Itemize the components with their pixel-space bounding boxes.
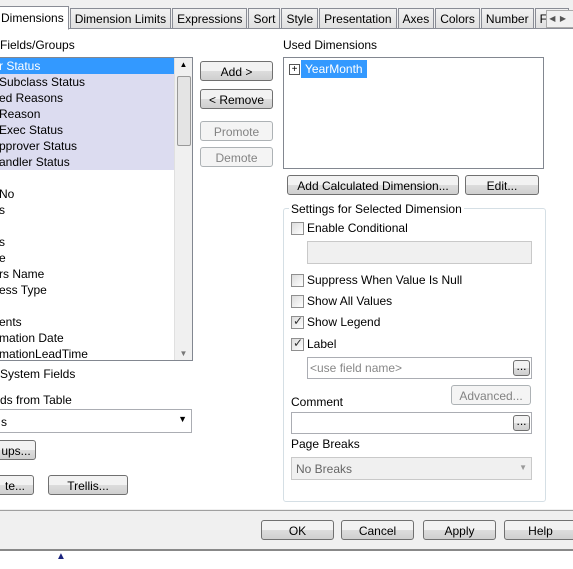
list-item[interactable]: Reason [0, 106, 175, 122]
list-item[interactable] [0, 298, 192, 314]
edit-table-button[interactable]: te... [0, 475, 34, 495]
help-button[interactable]: Help [504, 520, 573, 540]
list-item[interactable]: Exec Status [0, 122, 175, 138]
tab-number[interactable]: Number [480, 8, 534, 28]
tab-bar: Dimensions Dimension Limits Expressions Sor… [0, 6, 570, 30]
tab-presentation[interactable]: Presentation [319, 8, 397, 28]
page-breaks-label: Page Breaks [291, 437, 360, 451]
tab-scroll-arrows[interactable]: ◀ ▶ [546, 10, 573, 28]
label-checkbox[interactable] [291, 336, 304, 351]
tab-sort[interactable]: Sort [248, 8, 281, 28]
page-breaks-value: No Breaks [296, 462, 353, 476]
promote-button[interactable]: Promote [200, 121, 273, 141]
suppress-null-checkbox[interactable] [291, 274, 304, 287]
chevron-down-icon: ▼ [178, 414, 187, 424]
label-label: Label [307, 337, 337, 351]
footer-divider [0, 510, 573, 511]
add-button[interactable]: Add > [200, 61, 273, 81]
demote-button[interactable]: Demote [200, 147, 273, 167]
conditional-input[interactable] [307, 241, 532, 264]
label-expression-button[interactable]: ... [513, 360, 530, 376]
list-item[interactable]: mationLeadTime [0, 346, 192, 360]
trellis-button[interactable]: Trellis... [48, 475, 128, 495]
edit-button[interactable]: Edit... [465, 175, 539, 195]
show-all-values-checkbox[interactable] [291, 295, 304, 308]
list-item[interactable]: pprover Status [0, 138, 175, 154]
scroll-up-icon[interactable]: ▲ [175, 60, 192, 69]
tab-style[interactable]: Style [281, 8, 319, 28]
tab-axes[interactable]: Axes [397, 8, 435, 28]
list-item[interactable] [0, 218, 192, 234]
used-dimensions-list[interactable]: + YearMonth [283, 57, 544, 169]
list-item[interactable]: e [0, 250, 192, 266]
list-item[interactable]: s [0, 234, 192, 250]
groups-button[interactable]: ups... [0, 440, 36, 460]
comment-expression-button[interactable]: ... [513, 415, 530, 431]
arrow-up-icon: ▲ [56, 551, 66, 562]
label-input[interactable]: <use field name> [307, 357, 532, 379]
list-item[interactable]: ents [0, 314, 192, 330]
comment-label: Comment [291, 395, 344, 409]
list-item[interactable]: mation Date [0, 330, 192, 346]
list-item[interactable]: ess Type [0, 282, 192, 298]
show-legend-label: Show Legend [307, 315, 381, 329]
scroll-thumb[interactable] [177, 76, 191, 146]
chevron-down-icon: ▼ [519, 463, 527, 472]
list-item[interactable]: r Status [0, 58, 175, 74]
advanced-button[interactable]: Advanced... [451, 385, 531, 405]
list-item[interactable]: s [0, 202, 192, 218]
list-item[interactable]: andler Status [0, 154, 175, 170]
used-dimensions-label: Used Dimensions [283, 38, 378, 52]
list-item[interactable]: Subclass Status [0, 74, 175, 90]
fields-list[interactable]: r Status Subclass Status ed Reasons Reason … [0, 57, 193, 361]
tab-colors[interactable]: Colors [435, 8, 480, 28]
expand-icon[interactable]: + [289, 64, 300, 75]
apply-button[interactable]: Apply [423, 520, 496, 540]
suppress-null-label: Suppress When Value Is Null [307, 273, 463, 287]
table-select-value: s [1, 415, 7, 429]
scroll-down-icon[interactable]: ▼ [175, 349, 192, 358]
remove-button[interactable]: < Remove [200, 89, 273, 109]
list-item[interactable]: rs Name [0, 266, 192, 282]
ok-button[interactable]: OK [261, 520, 334, 540]
background-window: ▲ [0, 549, 573, 569]
list-item[interactable]: No [0, 186, 192, 202]
comment-input[interactable] [291, 412, 532, 434]
cancel-button[interactable]: Cancel [341, 520, 414, 540]
show-legend-checkbox[interactable] [291, 314, 304, 329]
scrollbar[interactable]: ▲ ▼ [174, 58, 192, 360]
list-item[interactable]: ed Reasons [0, 90, 175, 106]
tab-dimension-limits[interactable]: Dimension Limits [69, 8, 172, 28]
tab-expressions[interactable]: Expressions [172, 8, 248, 28]
enable-conditional-label: Enable Conditional [307, 221, 408, 235]
add-calculated-dimension-button[interactable]: Add Calculated Dimension... [287, 175, 459, 195]
fields-from-table-label: ds from Table [0, 393, 72, 407]
table-select[interactable]: s ▼ [0, 409, 192, 433]
used-dimension-item[interactable]: YearMonth [301, 60, 367, 78]
settings-title: Settings for Selected Dimension [289, 202, 464, 216]
fields-groups-label: Fields/Groups [0, 38, 75, 52]
system-fields-label[interactable]: System Fields [0, 367, 75, 381]
list-item[interactable] [0, 170, 192, 186]
label-placeholder: <use field name> [310, 361, 403, 375]
show-all-values-label: Show All Values [307, 294, 393, 308]
page-breaks-select[interactable]: No Breaks ▼ [291, 457, 532, 480]
enable-conditional-checkbox[interactable] [291, 222, 304, 235]
tab-dimensions[interactable]: Dimensions [0, 6, 69, 30]
